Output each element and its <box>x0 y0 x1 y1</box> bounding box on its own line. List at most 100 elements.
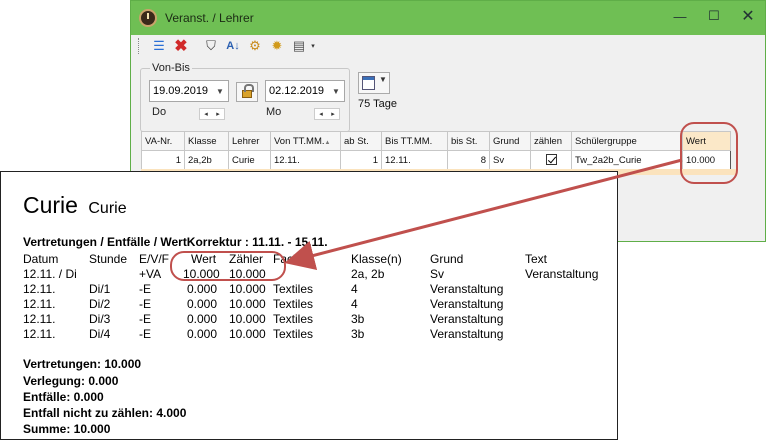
cell-schuelergruppe[interactable]: Tw_2a2b_Curie <box>571 150 683 170</box>
report-cell-text: Veranstaltung <box>525 267 599 281</box>
column-header[interactable]: Klasse <box>184 131 229 151</box>
table-row[interactable]: 1 2a,2b Curie 12.11. 1 12.11. 8 Sv Tw_2a… <box>141 150 731 170</box>
from-date-field[interactable]: 19.09.2019 ▼ <box>149 80 229 102</box>
report-cell-grund: Veranstaltung <box>430 312 504 326</box>
toolbar-grip <box>138 38 139 54</box>
calendar-dropdown-icon[interactable]: ▼ <box>379 75 387 84</box>
calendar-button[interactable]: ▼ <box>358 72 390 94</box>
cell-klasse[interactable]: 2a,2b <box>184 150 229 170</box>
column-header[interactable]: bis St. <box>447 131 490 151</box>
cell-lehrer[interactable]: Curie <box>228 150 271 170</box>
report-cell-wert: 0.000 <box>187 327 218 341</box>
days-count: 75 Tage <box>358 98 397 110</box>
from-date-spinner[interactable]: ◂ ▸ <box>199 108 225 120</box>
report-cell-zaehler: 10.000 <box>229 327 266 341</box>
to-date-value: 02.12.2019 <box>269 85 325 97</box>
gear-icon[interactable]: ✹ <box>268 37 286 55</box>
column-header[interactable]: Lehrer <box>228 131 271 151</box>
report-cell-fach: Textiles <box>273 312 314 326</box>
column-header[interactable]: Grund <box>489 131 531 151</box>
report-panel: Curie Curie Vertretungen / Entfälle / We… <box>0 171 618 440</box>
report-cell-evf: -E <box>139 312 151 326</box>
cell-bis[interactable]: 12.11. <box>381 150 448 170</box>
cell-ab-st[interactable]: 1 <box>340 150 382 170</box>
app-clock-icon <box>139 9 157 27</box>
column-header[interactable]: Schülergruppe <box>571 131 683 151</box>
report-cell-klassen: 3b <box>351 327 365 341</box>
cell-grund[interactable]: Sv <box>489 150 531 170</box>
report-cell-datum: 12.11. <box>23 327 56 341</box>
maximize-button[interactable]: ☐ <box>699 5 729 27</box>
column-header[interactable]: Bis TT.MM. <box>381 131 448 151</box>
report-cell-stunde: Di/2 <box>89 297 111 311</box>
toolbar: ☰ ✖ ⛉ A↓ ⚙ ✹ ▤ ▾ <box>132 35 764 57</box>
zaehlen-checkbox[interactable] <box>545 154 557 166</box>
from-date-value: 19.09.2019 <box>153 85 209 97</box>
minimize-button[interactable]: — <box>665 5 695 27</box>
report-cell-klassen: 4 <box>351 297 358 311</box>
report-column-header: E/V/F <box>139 252 170 266</box>
report-cell-fach: Textiles <box>273 297 314 311</box>
filter-icon[interactable]: ⛉ <box>202 37 220 55</box>
wert-highlight-ring <box>680 122 738 184</box>
to-date-dropdown-icon[interactable]: ▼ <box>328 81 344 101</box>
report-cell-evf: -E <box>139 327 151 341</box>
sort-icon[interactable]: A↓ <box>224 37 242 55</box>
spinner-right-icon[interactable]: ▸ <box>331 110 335 118</box>
date-range-label: Von-Bis <box>150 62 192 74</box>
close-button[interactable]: ✕ <box>733 5 763 27</box>
spinner-right-icon[interactable]: ▸ <box>216 110 220 118</box>
report-cell-stunde: Di/4 <box>89 327 111 341</box>
report-cell-klassen: 2a, 2b <box>351 267 385 281</box>
to-date-field[interactable]: 02.12.2019 ▼ <box>265 80 345 102</box>
sort-ascending-icon: ▲ <box>324 139 331 146</box>
summary-summe: Summe: 10.000 <box>23 422 111 436</box>
report-cell-grund: Veranstaltung <box>430 297 504 311</box>
report-cell-evf: -E <box>139 297 151 311</box>
report-cell-datum: 12.11. <box>23 282 56 296</box>
clipboard-icon[interactable]: ▤ <box>290 37 308 55</box>
report-cell-wert: 0.000 <box>187 312 218 326</box>
report-cell-grund: Sv <box>430 267 445 281</box>
summary-verlegung: Verlegung: 0.000 <box>23 374 119 388</box>
data-grid: VA-Nr. Klasse Lehrer Von TT.MM.▲ ab St. … <box>141 131 731 170</box>
list-icon[interactable]: ☰ <box>150 37 168 55</box>
report-cell-wert: 0.000 <box>187 297 218 311</box>
dropdown-arrow-icon[interactable]: ▾ <box>308 37 318 55</box>
report-cell-wert: 0.000 <box>187 282 218 296</box>
to-date-spinner[interactable]: ◂ ▸ <box>314 108 340 120</box>
spinner-left-icon[interactable]: ◂ <box>319 110 323 118</box>
to-weekday: Mo <box>266 106 282 118</box>
report-cell-grund: Veranstaltung <box>430 327 504 341</box>
summary-entfaelle: Entfälle: 0.000 <box>23 390 104 404</box>
report-cell-fach: Textiles <box>273 282 314 296</box>
report-cell-datum: 12.11. / Di <box>23 267 77 281</box>
column-header[interactable]: VA-Nr. <box>141 131 185 151</box>
column-header[interactable]: ab St. <box>340 131 382 151</box>
report-cell-datum: 12.11. <box>23 297 56 311</box>
column-header[interactable]: Von TT.MM.▲ <box>270 131 341 151</box>
report-title: Curie Curie <box>23 192 127 219</box>
cell-von[interactable]: 12.11. <box>270 150 341 170</box>
report-cell-zaehler: 10.000 <box>229 297 266 311</box>
cell-zaehlen[interactable] <box>530 150 572 170</box>
column-header[interactable]: zählen <box>530 131 572 151</box>
report-cell-fach: Textiles <box>273 327 314 341</box>
title-bar[interactable]: Veranst. / Lehrer — ☐ ✕ <box>131 1 765 35</box>
report-column-header: Grund <box>430 252 464 266</box>
column-header-label: Von TT.MM. <box>274 135 325 147</box>
from-date-dropdown-icon[interactable]: ▼ <box>212 81 228 101</box>
cell-bis-st[interactable]: 8 <box>447 150 490 170</box>
report-value-highlight-ring <box>170 251 286 281</box>
settings-icon[interactable]: ⚙ <box>246 37 264 55</box>
spinner-left-icon[interactable]: ◂ <box>204 110 208 118</box>
report-cell-grund: Veranstaltung <box>430 282 504 296</box>
grid-header-row: VA-Nr. Klasse Lehrer Von TT.MM.▲ ab St. … <box>141 131 731 151</box>
lock-icon[interactable] <box>236 82 258 102</box>
report-subtitle: Vertretungen / Entfälle / WertKorrektur … <box>23 235 328 249</box>
report-cell-evf: -E <box>139 282 151 296</box>
report-column-header: Datum <box>23 252 59 266</box>
cell-va-nr[interactable]: 1 <box>141 150 185 170</box>
delete-icon[interactable]: ✖ <box>172 37 190 55</box>
report-cell-stunde: Di/1 <box>89 282 111 296</box>
